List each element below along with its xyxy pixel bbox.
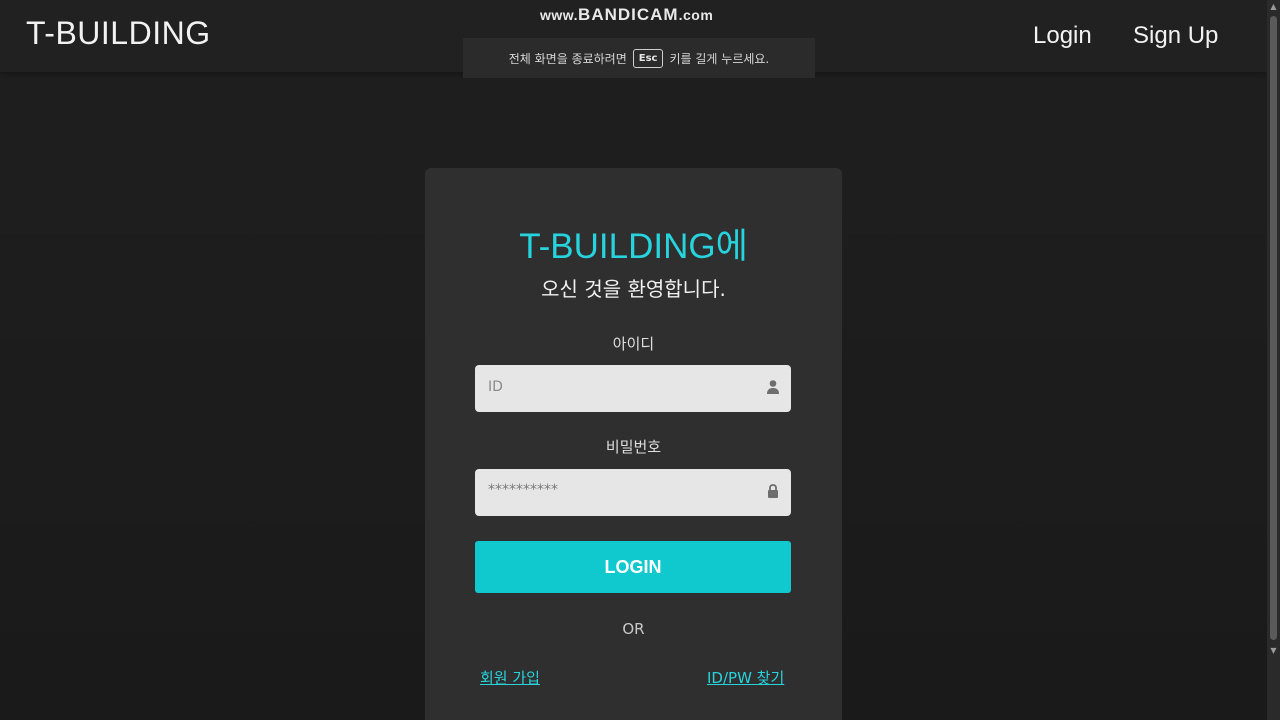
password-label: 비밀번호: [605, 438, 662, 456]
watermark-prefix: www.: [540, 7, 579, 23]
id-input[interactable]: ID: [475, 365, 791, 412]
user-icon: [767, 380, 779, 394]
scroll-up-arrow-icon[interactable]: ▲: [1267, 0, 1280, 14]
notice-text-before: 전체 화면을 종료하려면: [508, 51, 627, 66]
scroll-down-arrow-icon[interactable]: ▼: [1267, 644, 1280, 658]
scroll-thumb[interactable]: [1270, 16, 1277, 640]
page: T-BUILDING Login Sign Up www.BANDICAM.co…: [0, 0, 1280, 720]
watermark-main: BANDICAM: [578, 5, 679, 24]
brand-logo[interactable]: T-BUILDING: [26, 15, 211, 52]
fullscreen-exit-notice: 전체 화면을 종료하려면 Esc 키를 길게 누르세요.: [463, 38, 815, 78]
nav-signup-link[interactable]: Sign Up: [1133, 22, 1218, 50]
find-id-pw-link[interactable]: ID/PW 찾기: [707, 667, 784, 688]
login-card: T-BUILDING에 오신 것을 환영합니다. 아이디 ID 비밀번호 ***…: [425, 168, 842, 720]
login-button[interactable]: LOGIN: [475, 541, 791, 593]
nav-login-link[interactable]: Login: [1033, 22, 1092, 50]
esc-key-badge: Esc: [632, 48, 664, 68]
or-divider-text: OR: [622, 620, 645, 638]
welcome-title: T-BUILDING에: [519, 227, 748, 266]
password-value: **********: [488, 482, 558, 498]
recording-watermark: www.BANDICAM.com: [540, 5, 713, 25]
signup-link[interactable]: 회원 가입: [480, 667, 540, 688]
watermark-suffix: .com: [678, 7, 714, 23]
lock-icon: [768, 484, 778, 498]
id-placeholder: ID: [488, 379, 503, 395]
password-input[interactable]: **********: [475, 469, 791, 516]
vertical-scrollbar[interactable]: ▲ ▼: [1267, 0, 1280, 720]
id-label: 아이디: [612, 335, 655, 353]
notice-text-after: 키를 길게 누르세요.: [669, 51, 770, 66]
welcome-subtitle: 오신 것을 환영합니다.: [541, 277, 726, 301]
